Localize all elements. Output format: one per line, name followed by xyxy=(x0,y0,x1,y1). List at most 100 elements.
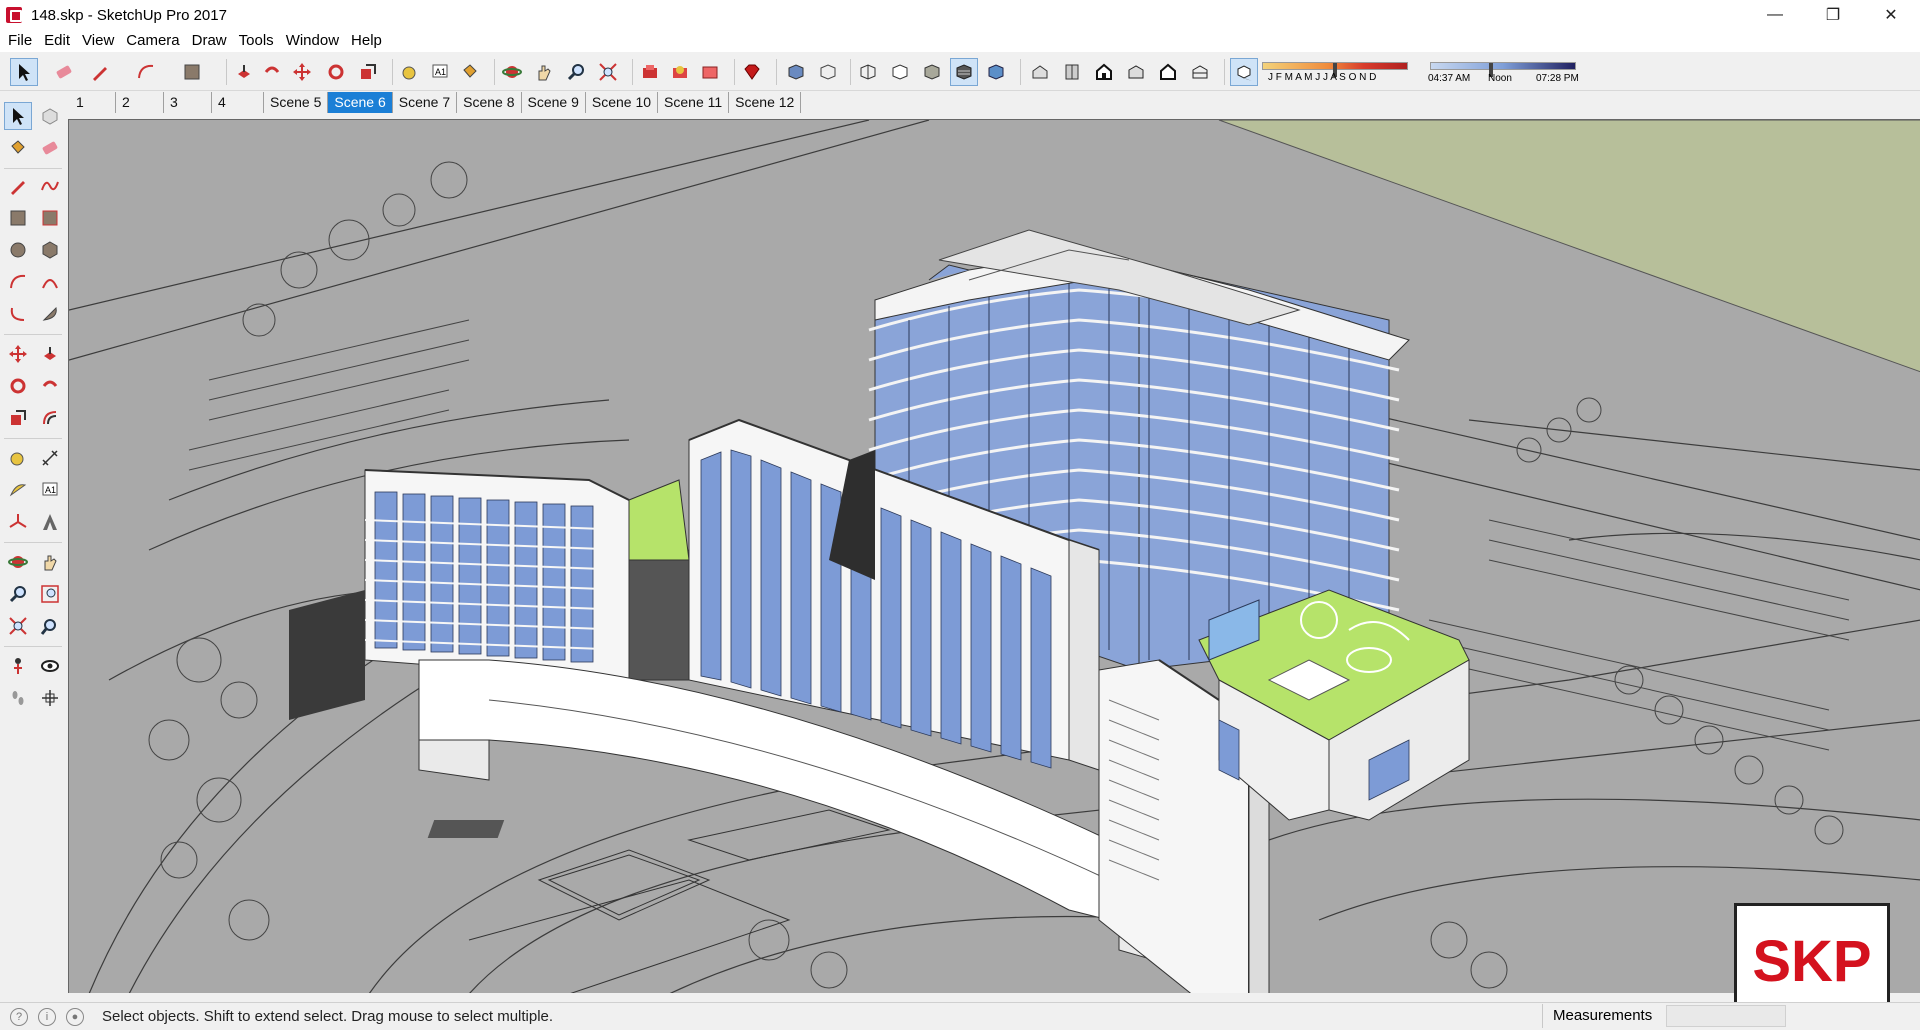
back-view-button[interactable] xyxy=(1154,58,1182,86)
iso-view-button[interactable] xyxy=(1026,58,1054,86)
lt-eraser-button[interactable] xyxy=(36,134,64,162)
lt-protractor-button[interactable] xyxy=(4,476,32,504)
lt-rotate-button[interactable] xyxy=(4,372,32,400)
lt-pan-button[interactable] xyxy=(36,548,64,576)
user-account-icon[interactable]: ● xyxy=(66,1007,84,1026)
scene-tab-4[interactable]: 4 xyxy=(212,92,264,113)
rotate-button[interactable] xyxy=(322,58,350,86)
lt-zoom-extents-button[interactable] xyxy=(4,612,32,640)
scene-tab-5[interactable]: Scene 5 xyxy=(264,92,329,113)
scene-tab-9[interactable]: Scene 9 xyxy=(522,92,586,113)
select-tool-button[interactable] xyxy=(10,58,38,86)
rectangle-tool-button[interactable] xyxy=(178,58,206,86)
scene-tab-11[interactable]: Scene 11 xyxy=(658,92,730,113)
scene-tab-10[interactable]: Scene 10 xyxy=(586,92,659,113)
menu-view[interactable]: View xyxy=(76,30,120,52)
lt-paint-button[interactable] xyxy=(4,134,32,162)
left-view-button[interactable] xyxy=(1186,58,1214,86)
back-edges-button[interactable] xyxy=(814,58,842,86)
pencil-tool-button[interactable] xyxy=(86,58,114,86)
text-tool-button[interactable]: A1 xyxy=(426,58,454,86)
pan-button[interactable] xyxy=(530,58,558,86)
menu-tools[interactable]: Tools xyxy=(233,30,280,52)
lt-pie-button[interactable] xyxy=(36,300,64,328)
lt-text-button[interactable]: A1 xyxy=(36,476,64,504)
hidden-line-button[interactable] xyxy=(886,58,914,86)
lt-component-button[interactable] xyxy=(36,102,64,130)
minimize-button[interactable]: — xyxy=(1746,0,1804,30)
scene-tab-1[interactable]: 1 xyxy=(70,92,116,113)
follow-me-button[interactable] xyxy=(258,58,286,86)
zoom-button[interactable] xyxy=(562,58,590,86)
model-viewport[interactable] xyxy=(68,119,1920,993)
lt-3pt-arc-button[interactable] xyxy=(4,300,32,328)
lt-previous-view-button[interactable] xyxy=(36,612,64,640)
lt-orbit-button[interactable] xyxy=(4,548,32,576)
right-view-button[interactable] xyxy=(1122,58,1150,86)
share-component-button[interactable] xyxy=(696,58,724,86)
scene-tab-7[interactable]: Scene 7 xyxy=(393,92,458,113)
lt-offset-button[interactable] xyxy=(36,404,64,432)
front-view-button[interactable] xyxy=(1090,58,1118,86)
lt-rectangle-button[interactable] xyxy=(4,204,32,232)
lt-section-plane-button[interactable] xyxy=(36,684,64,712)
lt-polygon-button[interactable] xyxy=(36,236,64,264)
month-slider[interactable] xyxy=(1262,62,1408,77)
share-model-button[interactable] xyxy=(666,58,694,86)
menu-edit[interactable]: Edit xyxy=(38,30,76,52)
lt-look-around-button[interactable] xyxy=(36,652,64,680)
paint-bucket-button[interactable] xyxy=(456,58,484,86)
menu-window[interactable]: Window xyxy=(280,30,345,52)
credits-icon[interactable]: i xyxy=(38,1007,56,1026)
scale-button[interactable] xyxy=(354,58,382,86)
menu-file[interactable]: File xyxy=(2,30,38,52)
menu-help[interactable]: Help xyxy=(345,30,388,52)
lt-position-camera-button[interactable] xyxy=(4,652,32,680)
lt-zoom-window-button[interactable] xyxy=(36,580,64,608)
scene-tab-2[interactable]: 2 xyxy=(116,92,164,113)
eraser-tool-button[interactable] xyxy=(50,58,78,86)
scene-tab-12[interactable]: Scene 12 xyxy=(729,92,802,113)
lt-rotated-rect-button[interactable] xyxy=(36,204,64,232)
menu-camera[interactable]: Camera xyxy=(120,30,185,52)
geolocation-icon[interactable]: ? xyxy=(10,1007,28,1026)
shaded-textures-button[interactable] xyxy=(950,58,978,86)
push-pull-button[interactable] xyxy=(230,58,258,86)
zoom-extents-button[interactable] xyxy=(594,58,622,86)
lt-line-button[interactable] xyxy=(4,172,32,200)
extension-warehouse-button[interactable] xyxy=(738,58,766,86)
lt-arc-button[interactable] xyxy=(4,268,32,296)
lt-tape-button[interactable] xyxy=(4,444,32,472)
lt-3dtext-button[interactable] xyxy=(36,508,64,536)
scene-tab-3[interactable]: 3 xyxy=(164,92,212,113)
measurements-input[interactable] xyxy=(1666,1005,1786,1027)
wireframe-button[interactable] xyxy=(854,58,882,86)
scene-tab-6[interactable]: Scene 6 xyxy=(328,92,393,113)
lt-circle-button[interactable] xyxy=(4,236,32,264)
lt-select-button[interactable] xyxy=(4,102,32,130)
xray-style-button[interactable] xyxy=(782,58,810,86)
orbit-button[interactable] xyxy=(498,58,526,86)
warehouse-button[interactable] xyxy=(636,58,664,86)
time-slider[interactable] xyxy=(1430,62,1576,77)
lt-scale-button[interactable] xyxy=(4,404,32,432)
lt-zoom-button[interactable] xyxy=(4,580,32,608)
lt-followme-button[interactable] xyxy=(36,372,64,400)
tape-measure-button[interactable] xyxy=(396,58,424,86)
lt-axes-button[interactable] xyxy=(4,508,32,536)
shadows-toggle-button[interactable] xyxy=(1230,58,1258,86)
lt-2pt-arc-button[interactable] xyxy=(36,268,64,296)
shaded-button[interactable] xyxy=(918,58,946,86)
lt-move-button[interactable] xyxy=(4,340,32,368)
monochrome-button[interactable] xyxy=(982,58,1010,86)
close-button[interactable]: ✕ xyxy=(1862,0,1920,30)
move-button[interactable] xyxy=(288,58,316,86)
lt-freehand-button[interactable] xyxy=(36,172,64,200)
menu-draw[interactable]: Draw xyxy=(186,30,233,52)
lt-pushpull-button[interactable] xyxy=(36,340,64,368)
lt-walk-button[interactable] xyxy=(4,684,32,712)
maximize-button[interactable]: ❐ xyxy=(1804,0,1862,30)
top-view-button[interactable] xyxy=(1058,58,1086,86)
scene-tab-8[interactable]: Scene 8 xyxy=(457,92,522,113)
arc-tool-button[interactable] xyxy=(132,58,160,86)
